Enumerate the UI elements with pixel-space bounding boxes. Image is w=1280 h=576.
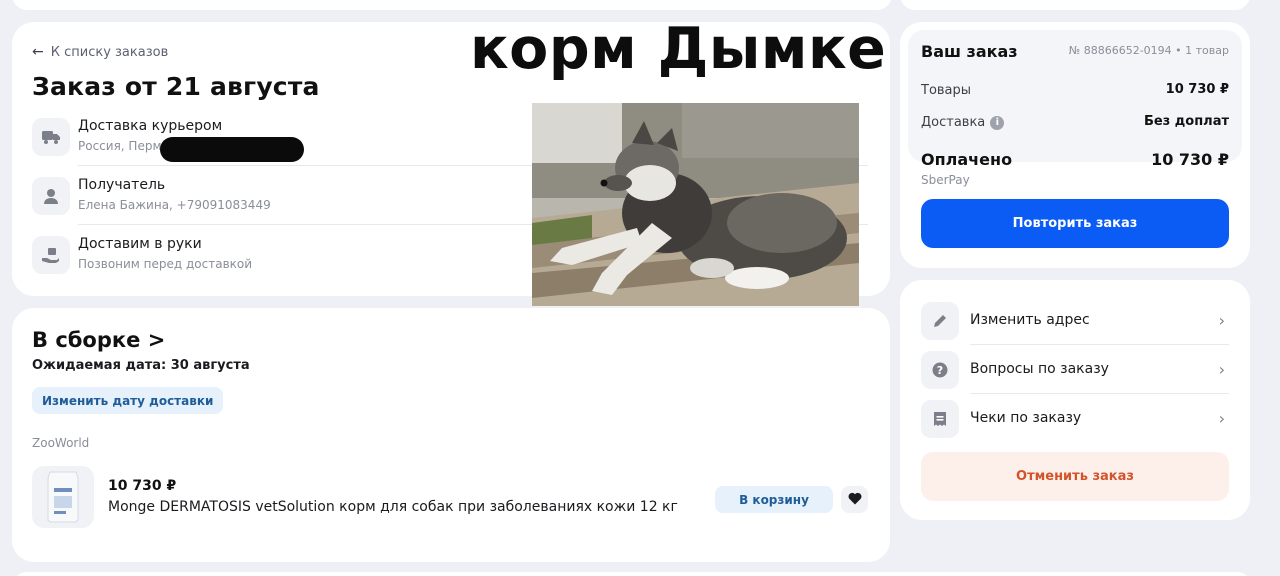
expected-date: Ожидаемая дата: 30 августа xyxy=(32,358,250,373)
heart-icon xyxy=(848,490,862,509)
add-to-cart-button[interactable]: В корзину xyxy=(715,486,833,513)
product-price: 10 730 ₽ xyxy=(108,478,177,494)
chevron-right-icon: > xyxy=(147,328,166,352)
pencil-icon xyxy=(921,301,959,340)
back-link-label: К списку заказов xyxy=(50,44,169,60)
address-redaction xyxy=(160,137,304,162)
order-summary-card: Ваш заказ № 88866652-0194 • 1 товар Това… xyxy=(900,22,1250,268)
change-address-label: Изменить адрес xyxy=(970,311,1090,328)
paid-value: 10 730 ₽ xyxy=(1151,150,1229,169)
svg-text:?: ? xyxy=(937,364,943,377)
previous-card-edge-right xyxy=(900,0,1250,10)
repeat-order-button[interactable]: Повторить заказ xyxy=(921,199,1229,248)
arrow-left-icon: ← xyxy=(32,44,44,60)
order-receipts-label: Чеки по заказу xyxy=(970,410,1082,426)
product-thumbnail[interactable] xyxy=(32,466,94,528)
goods-label: Товары xyxy=(921,83,972,98)
seller-name: ZooWorld xyxy=(32,436,90,450)
order-questions-action[interactable]: ? Вопросы по заказу › xyxy=(921,345,1229,394)
receipt-icon xyxy=(921,399,959,438)
assembly-status-title[interactable]: В сборке > xyxy=(32,328,165,352)
assembly-status-label: В сборке xyxy=(32,328,141,352)
summary-breakdown: Ваш заказ № 88866652-0194 • 1 товар Това… xyxy=(908,30,1242,162)
user-icon xyxy=(32,177,70,215)
question-icon: ? xyxy=(921,350,959,389)
change-delivery-date-button[interactable]: Изменить дату доставки xyxy=(32,387,224,414)
order-number: № 88866652-0194 • 1 товар xyxy=(1068,44,1229,57)
paid-label: Оплачено xyxy=(921,150,1013,169)
order-receipts-action[interactable]: Чеки по заказу › xyxy=(921,394,1229,443)
order-questions-label: Вопросы по заказу xyxy=(970,360,1109,377)
change-address-action[interactable]: Изменить адрес › xyxy=(921,296,1229,345)
previous-card-edge xyxy=(12,0,892,10)
overlay-caption: корм Дымке xyxy=(470,16,887,82)
chevron-right-icon: › xyxy=(1218,310,1225,330)
summary-title: Ваш заказ xyxy=(921,42,1018,61)
chevron-right-icon: › xyxy=(1218,409,1225,428)
next-card-edge xyxy=(12,572,1252,576)
truck-icon xyxy=(32,118,70,156)
payment-method: SberPay xyxy=(921,173,970,187)
order-actions-card: Изменить адрес › ? Вопросы по заказу › Ч… xyxy=(900,280,1250,520)
info-icon[interactable]: i xyxy=(990,115,1005,130)
delivery-cost-value: Без доплат xyxy=(1143,114,1229,129)
product-name[interactable]: Monge DERMATOSIS vetSolution корм для со… xyxy=(108,499,678,515)
back-to-orders-link[interactable]: ← К списку заказов xyxy=(32,44,168,60)
hand-box-icon xyxy=(32,236,70,274)
cancel-order-button[interactable]: Отменить заказ xyxy=(921,452,1229,501)
dog-photo xyxy=(532,103,859,306)
delivery-cost-text: Доставка xyxy=(921,115,986,130)
goods-value: 10 730 ₽ xyxy=(1165,82,1229,97)
delivery-cost-label: Доставка i xyxy=(921,115,1005,130)
chevron-right-icon: › xyxy=(1218,359,1225,379)
assembly-card: В сборке > Ожидаемая дата: 30 августа Из… xyxy=(12,308,890,562)
favorite-button[interactable] xyxy=(841,486,868,513)
order-title: Заказ от 21 августа xyxy=(32,72,320,101)
